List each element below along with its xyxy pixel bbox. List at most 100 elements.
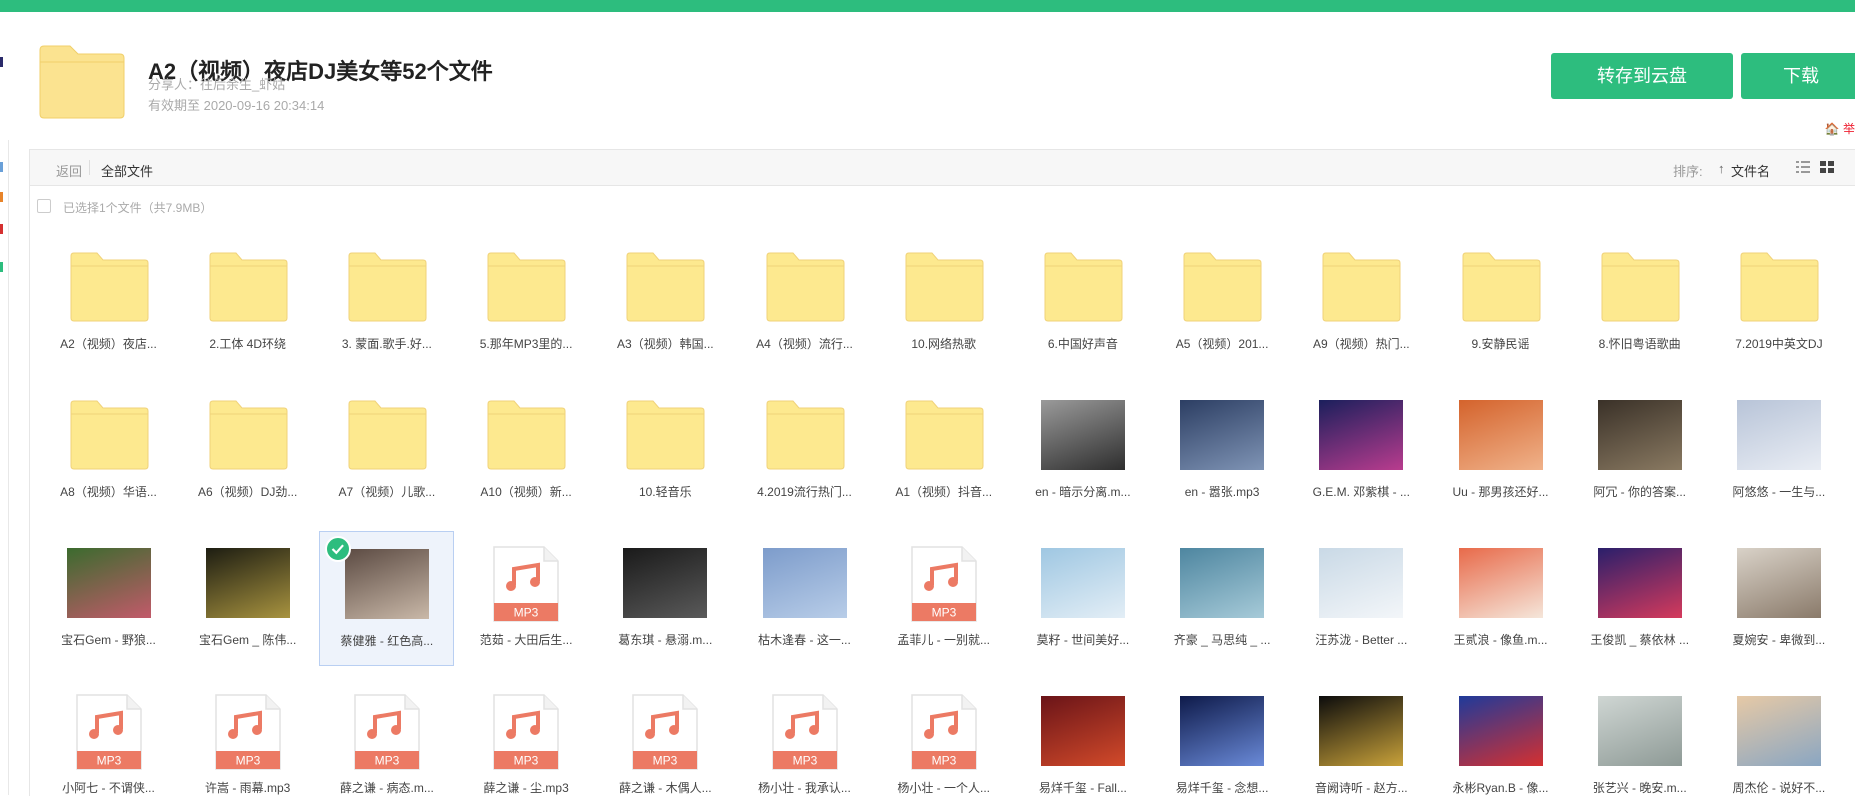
svg-text:MP3: MP3 [653,754,678,768]
file-tile[interactable]: 汪苏泷 - Better ... [1294,531,1429,666]
file-tile[interactable]: MP3 范茹 - 大田后生... [459,531,594,666]
back-link[interactable]: 返回 [56,161,82,180]
file-tile[interactable]: 蔡健雅 - 红色高... [319,531,455,666]
file-tile[interactable]: 周杰伦 - 说好不... [1711,679,1846,796]
folder-tile[interactable]: 10.轻音乐 [598,383,733,518]
folder-tile[interactable]: 2.工体 4D环绕 [180,235,315,370]
file-name: 宝石Gem _ 陈伟... [199,633,297,647]
file-name: 汪苏泷 - Better ... [1315,633,1408,647]
folder-icon [1322,252,1401,322]
folder-tile[interactable]: 6.中国好声音 [1015,235,1150,370]
file-tile[interactable]: MP3 薛之谦 - 木偶人... [598,679,733,796]
file-tile[interactable]: 枯木逢春 - 这一... [737,531,872,666]
file-name: G.E.M. 邓紫棋 - ... [1312,485,1410,499]
file-name: 杨小壮 - 我承认... [758,781,851,795]
sort-label: 排序: [1673,164,1703,179]
file-tile[interactable]: 王贰浪 - 像鱼.m... [1433,531,1568,666]
file-name: 永彬Ryan.B - 像... [1452,781,1549,795]
file-name: 夏婉安 - 卑微到... [1732,633,1826,647]
file-tile[interactable]: MP3 孟菲儿 - 一别就... [876,531,1011,666]
top-accent-bar [0,0,1855,12]
select-all-checkbox[interactable] [37,199,51,213]
folder-tile[interactable]: A10（视频）新... [459,383,594,518]
file-name: 莫籽 - 世间美好... [1036,633,1130,647]
folder-tile[interactable]: A4（视频）流行... [737,235,872,370]
svg-text:MP3: MP3 [514,754,539,768]
file-tile[interactable]: 葛东琪 - 悬溺.m... [598,531,733,666]
breadcrumb[interactable]: 全部文件 [101,161,153,180]
svg-text:MP3: MP3 [96,754,121,768]
file-tile[interactable]: MP3 许嵩 - 雨幕.mp3 [180,679,315,796]
file-name: 宝石Gem - 野狼... [61,633,156,647]
file-tile[interactable]: 王俊凯 _ 蔡依林 ... [1572,531,1707,666]
folder-icon [766,400,844,470]
file-name: A4（视频）流行... [756,337,853,351]
folder-tile[interactable]: 3. 蒙面.歌手.好... [319,235,454,370]
folder-tile[interactable]: 9.安静民谣 [1433,235,1568,370]
sort-arrow-icon[interactable]: ↑ [1718,161,1725,176]
svg-text:MP3: MP3 [931,754,956,768]
mp3-file-icon: MP3 [214,694,281,770]
folder-tile[interactable]: A2（视频）夜店... [41,235,176,370]
file-toolbar: 返回 全部文件 排序: ↑ 文件名 [30,150,1855,186]
file-tile[interactable]: MP3 小阿七 - 不谓侠... [41,679,176,796]
folder-tile[interactable]: 5.那年MP3里的... [459,235,594,370]
folder-tile[interactable]: A3（视频）韩国... [598,235,733,370]
folder-tile[interactable]: 10.网络热歌 [876,235,1011,370]
folder-tile[interactable]: 8.怀旧粤语歌曲 [1572,235,1707,370]
file-tile[interactable]: en - 嚣张.mp3 [1155,383,1290,518]
file-name: 薛之谦 - 木偶人... [618,781,712,795]
file-tile[interactable]: 宝石Gem - 野狼... [41,531,176,666]
file-name: A10（视频）新... [480,485,572,499]
file-tile[interactable]: 莫籽 - 世间美好... [1015,531,1150,666]
folder-icon [39,45,125,119]
file-name: 8.怀旧粤语歌曲 [1598,337,1681,351]
list-view-icon[interactable] [1796,161,1810,174]
file-tile[interactable]: G.E.M. 邓紫棋 - ... [1294,383,1429,518]
file-tile[interactable]: 夏婉安 - 卑微到... [1711,531,1846,666]
folder-icon [905,252,984,322]
file-tile[interactable]: 张艺兴 - 晚安.m... [1572,679,1707,796]
folder-tile[interactable]: A6（视频）DJ劲... [180,383,315,518]
file-grid: A2（视频）夜店... 2.工体 4D环绕 3. 蒙面.歌手.好... 5.那年MP3… [30,235,1855,796]
grid-view-icon[interactable] [1820,161,1834,174]
folder-tile[interactable]: A9（视频）热门... [1294,235,1429,370]
folder-icon [1044,252,1123,322]
file-tile[interactable]: MP3 薛之谦 - 病态.m... [319,679,454,796]
selection-summary: 已选择1个文件（共7.9MB） [63,201,213,215]
file-name: 10.轻音乐 [638,485,692,499]
file-tile[interactable]: MP3 杨小壮 - 一个人... [876,679,1011,796]
file-tile[interactable]: en - 暗示分离.m... [1015,383,1150,518]
edge-mark [0,192,3,202]
folder-tile[interactable]: A1（视频）抖音... [876,383,1011,518]
report-link[interactable]: 🏠 举 [1825,120,1855,137]
file-tile[interactable]: 齐豪 _ 马思纯 _ ... [1155,531,1290,666]
file-name: 范茹 - 大田后生... [479,633,573,647]
folder-tile[interactable]: 4.2019流行热门... [737,383,872,518]
sort-by-name-button[interactable]: 文件名 [1731,161,1770,180]
folder-tile[interactable]: A5（视频）201... [1155,235,1290,370]
file-tile[interactable]: 易烊千玺 - 念想... [1155,679,1290,796]
file-tile[interactable]: 阿悠悠 - 一生与... [1711,383,1846,518]
album-art-thumbnail [1597,548,1682,618]
edge-mark [0,262,3,272]
file-name: en - 嚣张.mp3 [1184,485,1260,499]
folder-tile[interactable]: A7（视频）儿歌... [319,383,454,518]
file-tile[interactable]: 宝石Gem _ 陈伟... [180,531,315,666]
folder-tile[interactable]: A8（视频）华语... [41,383,176,518]
save-to-cloud-button[interactable]: 转存到云盘 [1551,53,1733,99]
folder-icon [348,252,427,322]
file-tile[interactable]: 阿冗 - 你的答案... [1572,383,1707,518]
mp3-file-icon: MP3 [632,694,699,770]
folder-tile[interactable]: 7.2019中英文DJ [1711,235,1846,370]
file-tile[interactable]: MP3 杨小壮 - 我承认... [737,679,872,796]
file-tile[interactable]: MP3 薛之谦 - 尘.mp3 [459,679,594,796]
file-name: 10.网络热歌 [911,337,977,351]
file-tile[interactable]: Uu - 那男孩还好... [1433,383,1568,518]
download-button[interactable]: 下载 [1741,53,1855,99]
file-tile[interactable]: 音阙诗听 - 赵方... [1294,679,1429,796]
file-tile[interactable]: 永彬Ryan.B - 像... [1433,679,1568,796]
file-tile[interactable]: 易烊千玺 - Fall... [1015,679,1150,796]
album-art-thumbnail [1040,696,1125,766]
album-art-thumbnail [1736,696,1821,766]
